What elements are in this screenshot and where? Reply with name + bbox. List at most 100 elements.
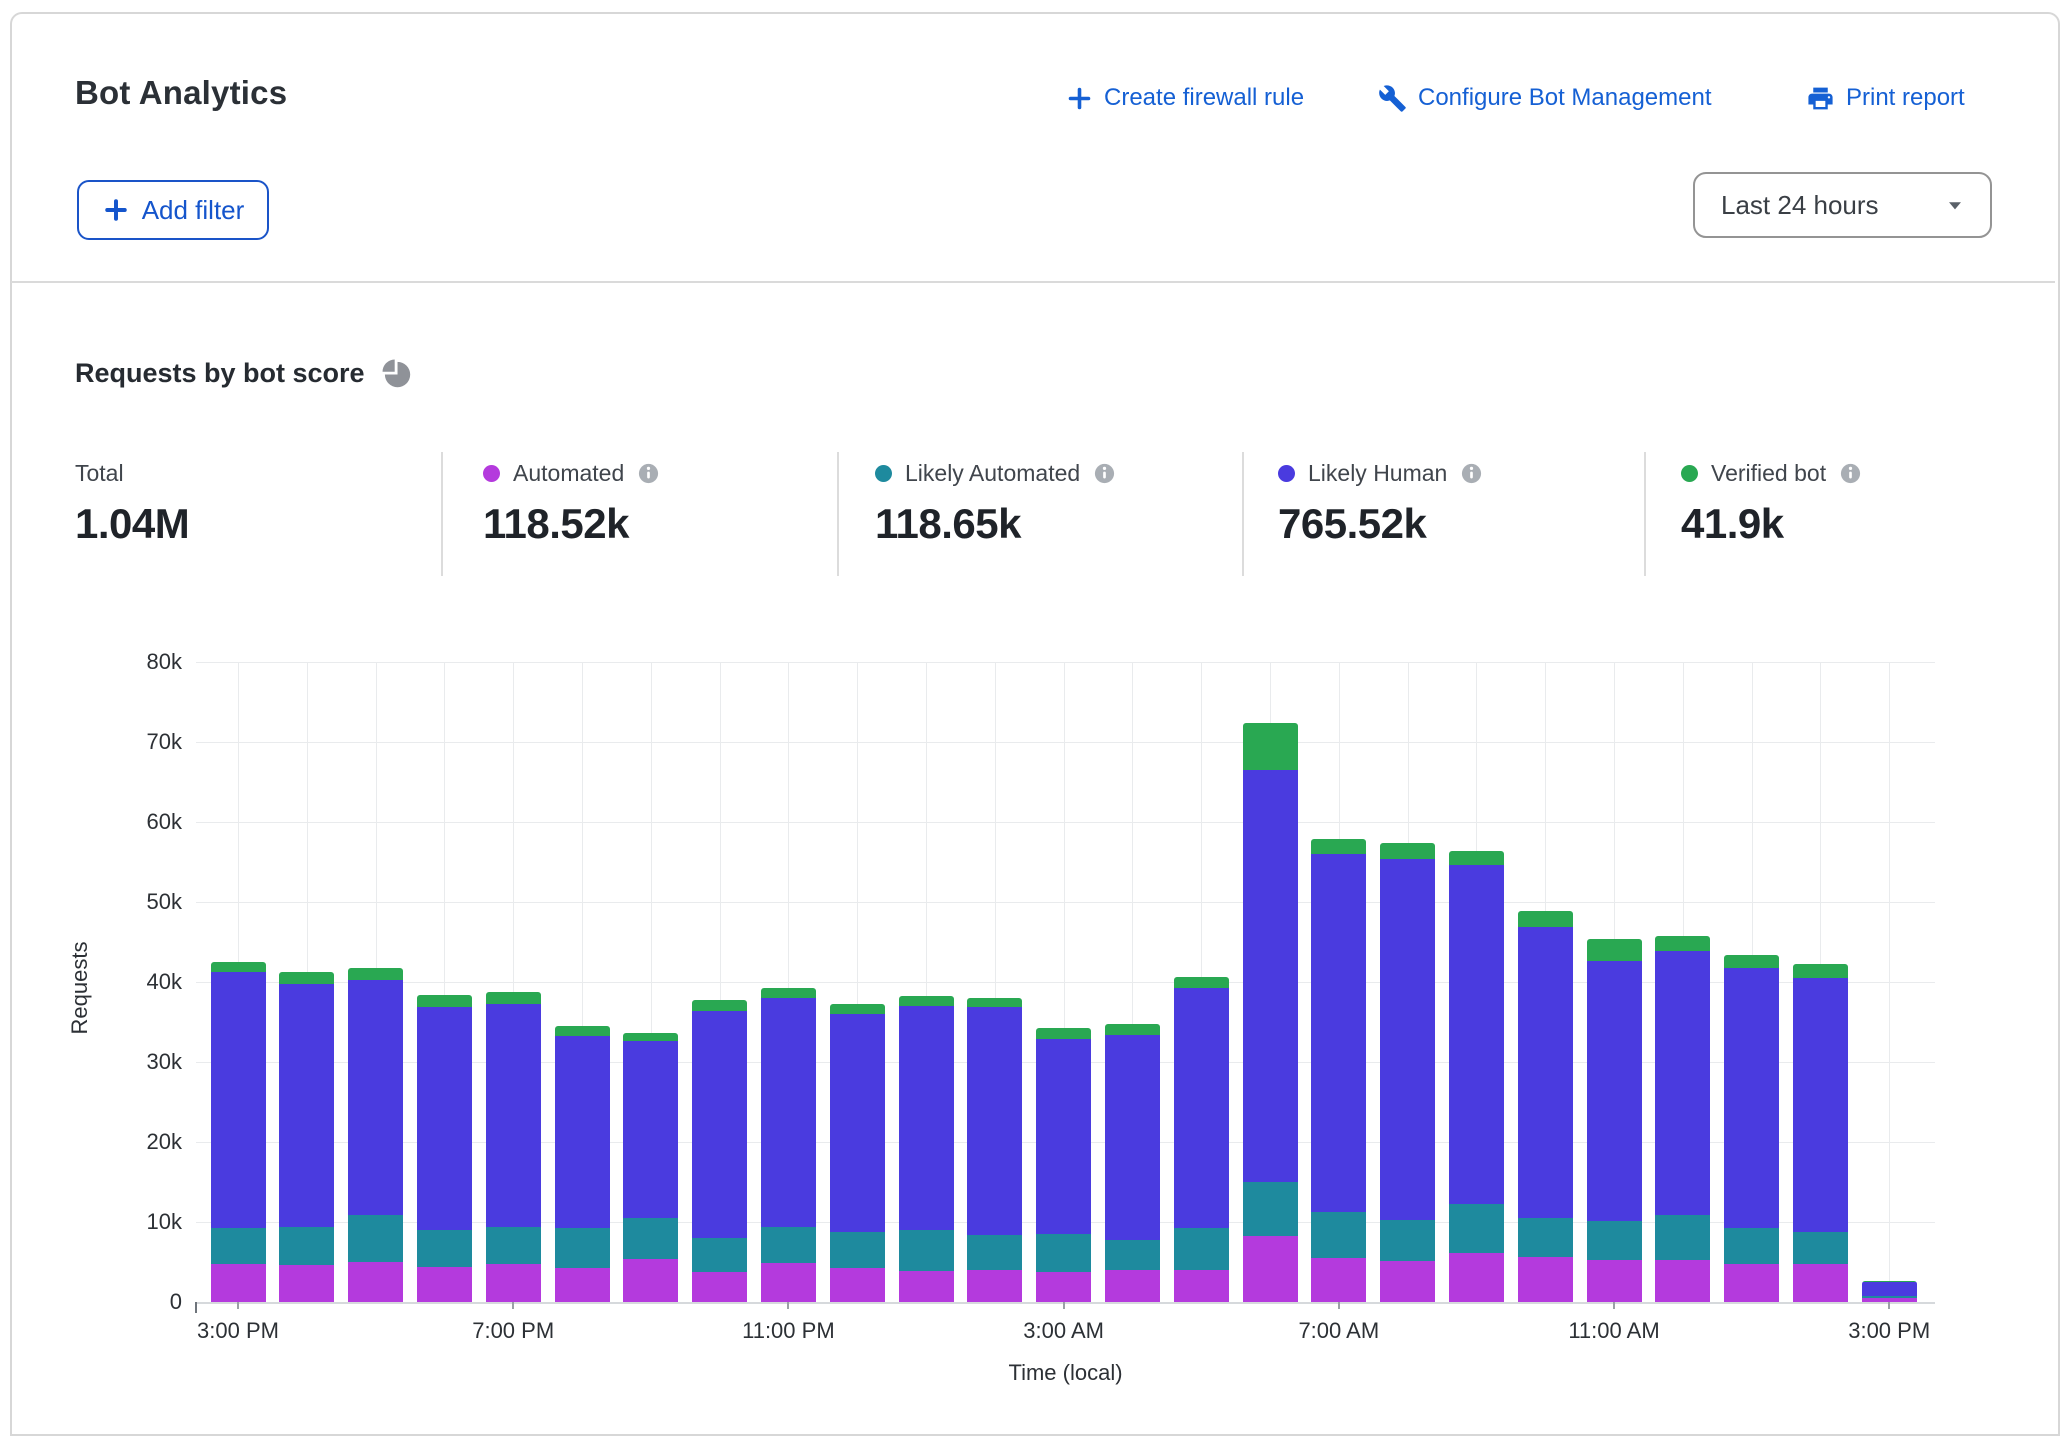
bar-segment-likely-automated: [1105, 1240, 1160, 1270]
bar-segment-automated: [555, 1268, 610, 1302]
bar-segment-verified-bot: [1518, 911, 1573, 927]
chart-bar[interactable]: [417, 995, 472, 1302]
gridline-horizontal: [196, 822, 1935, 823]
bar-segment-verified-bot: [1655, 936, 1710, 950]
chart-bar[interactable]: [1793, 964, 1848, 1302]
chart-bar[interactable]: [692, 1000, 747, 1302]
chart-bar[interactable]: [1174, 977, 1229, 1302]
x-axis-tick: [1063, 1302, 1065, 1309]
bar-segment-likely-human: [1518, 927, 1573, 1218]
bar-segment-automated: [1655, 1260, 1710, 1302]
bar-segment-likely-human: [348, 980, 403, 1214]
bar-segment-automated: [417, 1267, 472, 1302]
bar-segment-verified-bot: [692, 1000, 747, 1010]
chart-bar[interactable]: [830, 1004, 885, 1302]
bar-segment-automated: [1380, 1261, 1435, 1302]
y-axis-title: Requests: [67, 942, 93, 1035]
bar-segment-verified-bot: [1311, 839, 1366, 854]
bar-segment-verified-bot: [1036, 1028, 1091, 1038]
bar-segment-likely-automated: [1793, 1232, 1848, 1264]
chart-bar[interactable]: [1724, 955, 1779, 1302]
bar-segment-likely-automated: [692, 1238, 747, 1272]
y-axis-tick-label: 20k: [98, 1129, 182, 1155]
chart-bar[interactable]: [1243, 723, 1298, 1302]
bar-segment-verified-bot: [1243, 723, 1298, 770]
bar-segment-automated: [899, 1271, 954, 1302]
bar-segment-verified-bot: [417, 995, 472, 1007]
gridline-vertical: [1889, 662, 1890, 1302]
bar-segment-likely-automated: [417, 1230, 472, 1267]
bar-segment-verified-bot: [967, 998, 1022, 1007]
bar-segment-automated: [486, 1264, 541, 1302]
chart-bar[interactable]: [211, 962, 266, 1302]
requests-by-bot-score-chart: 010k20k30k40k50k60k70k80k3:00 PM7:00 PM1…: [0, 0, 2070, 1394]
y-axis-tick-label: 10k: [98, 1209, 182, 1235]
x-axis-tick: [1613, 1302, 1615, 1309]
chart-bar[interactable]: [279, 972, 334, 1302]
bar-segment-automated: [761, 1263, 816, 1302]
gridline-horizontal: [196, 902, 1935, 903]
bar-segment-likely-automated: [279, 1227, 334, 1265]
bar-segment-automated: [1311, 1258, 1366, 1302]
x-axis-tick-label: 7:00 AM: [1259, 1318, 1419, 1344]
y-axis-tick-label: 60k: [98, 809, 182, 835]
gridline-horizontal: [196, 662, 1935, 663]
bar-segment-likely-human: [279, 984, 334, 1226]
bar-segment-automated: [830, 1268, 885, 1302]
bar-segment-automated: [1174, 1270, 1229, 1302]
y-axis-tick-label: 30k: [98, 1049, 182, 1075]
x-axis-tick: [787, 1302, 789, 1309]
bar-segment-likely-human: [1655, 951, 1710, 1215]
chart-bar[interactable]: [899, 996, 954, 1302]
chart-bar[interactable]: [1587, 939, 1642, 1302]
bar-segment-likely-automated: [211, 1228, 266, 1264]
chart-bar[interactable]: [1449, 851, 1504, 1302]
chart-bar[interactable]: [348, 968, 403, 1302]
bar-segment-likely-automated: [1311, 1212, 1366, 1258]
chart-bar[interactable]: [555, 1026, 610, 1302]
chart-bar[interactable]: [486, 992, 541, 1302]
bar-segment-likely-automated: [1036, 1234, 1091, 1272]
x-axis-tick: [512, 1302, 514, 1309]
bar-segment-likely-human: [623, 1041, 678, 1218]
x-axis-line: [196, 1302, 1935, 1304]
chart-bar[interactable]: [623, 1033, 678, 1302]
bar-segment-automated: [1243, 1236, 1298, 1302]
chart-bar[interactable]: [967, 998, 1022, 1302]
bar-segment-likely-human: [486, 1004, 541, 1226]
chart-bar[interactable]: [1655, 936, 1710, 1302]
chart-bar[interactable]: [1311, 839, 1366, 1302]
bar-segment-verified-bot: [1380, 843, 1435, 859]
x-axis-tick: [1338, 1302, 1340, 1309]
bar-segment-likely-automated: [761, 1227, 816, 1263]
bar-segment-verified-bot: [830, 1004, 885, 1014]
bar-segment-likely-automated: [830, 1232, 885, 1269]
bar-segment-likely-automated: [623, 1218, 678, 1259]
bar-segment-automated: [1449, 1253, 1504, 1302]
x-axis-tick-label: 3:00 PM: [158, 1318, 318, 1344]
chart-bar[interactable]: [1380, 843, 1435, 1302]
bar-segment-likely-human: [1380, 859, 1435, 1221]
bar-segment-verified-bot: [486, 992, 541, 1005]
chart-bar[interactable]: [1518, 911, 1573, 1302]
bar-segment-automated: [348, 1262, 403, 1302]
bar-segment-automated: [623, 1259, 678, 1302]
gridline-horizontal: [196, 742, 1935, 743]
bar-segment-likely-human: [967, 1007, 1022, 1235]
bar-segment-automated: [1587, 1260, 1642, 1302]
chart-bar[interactable]: [761, 988, 816, 1302]
x-axis-tick-label: 3:00 AM: [984, 1318, 1144, 1344]
x-axis-tick: [1888, 1302, 1890, 1309]
bar-segment-likely-automated: [348, 1215, 403, 1262]
y-axis-tick-label: 50k: [98, 889, 182, 915]
y-axis-tick-label: 80k: [98, 649, 182, 675]
x-axis-tick-label: 3:00 PM: [1809, 1318, 1969, 1344]
y-axis-tick-label: 0: [98, 1289, 182, 1315]
chart-bar[interactable]: [1036, 1028, 1091, 1302]
chart-bar[interactable]: [1105, 1024, 1160, 1302]
bar-segment-likely-human: [1243, 770, 1298, 1182]
bar-segment-verified-bot: [211, 962, 266, 972]
chart-bar[interactable]: [1862, 1281, 1917, 1302]
bar-segment-likely-automated: [967, 1235, 1022, 1270]
bar-segment-verified-bot: [1793, 964, 1848, 978]
